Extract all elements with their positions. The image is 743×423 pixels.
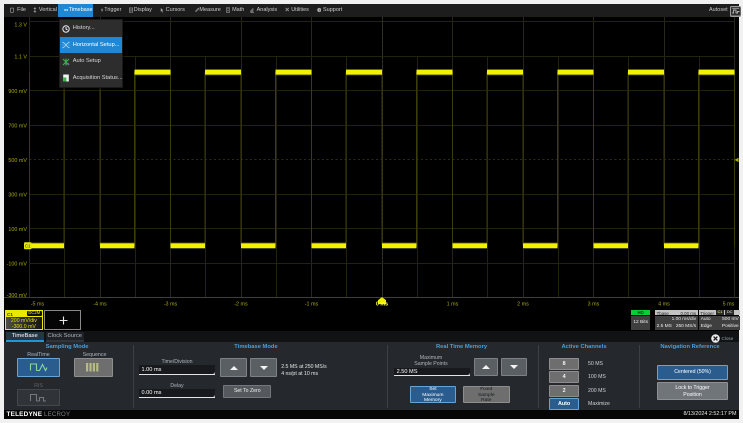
svg-text:900 mV: 900 mV bbox=[8, 89, 27, 95]
svg-text:-100 mV: -100 mV bbox=[6, 261, 27, 267]
svg-text:1.3 V: 1.3 V bbox=[14, 22, 27, 28]
svg-text:1.1 V: 1.1 V bbox=[14, 54, 27, 60]
svg-text:500 mV: 500 mV bbox=[8, 158, 27, 164]
svg-text:700 mV: 700 mV bbox=[8, 123, 27, 129]
svg-text:100 mV: 100 mV bbox=[8, 227, 27, 233]
svg-text:C1: C1 bbox=[24, 243, 30, 248]
svg-text:300 mV: 300 mV bbox=[8, 192, 27, 198]
